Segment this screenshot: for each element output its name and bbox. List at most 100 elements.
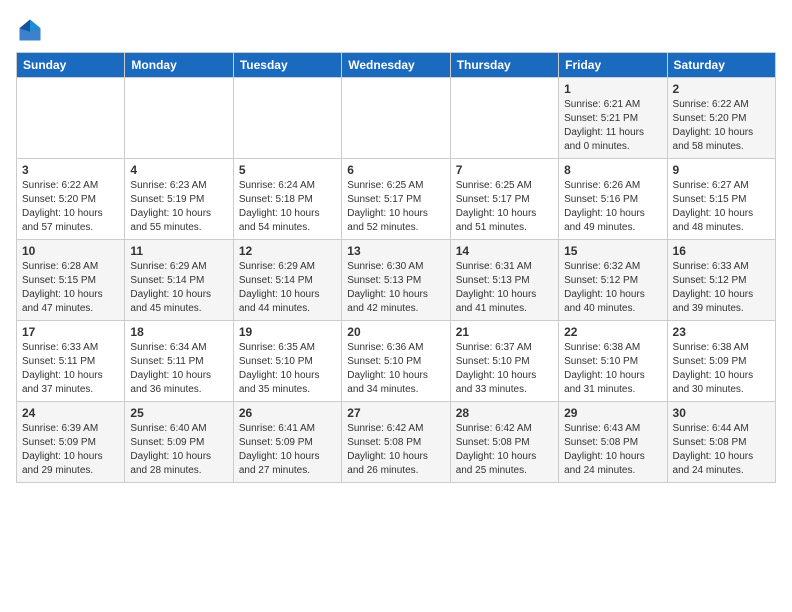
- cell-text: Sunrise: 6:38 AM: [564, 341, 661, 355]
- calendar-cell: 14Sunrise: 6:31 AMSunset: 5:13 PMDayligh…: [450, 240, 558, 321]
- weekday-header-friday: Friday: [559, 53, 667, 78]
- cell-text: Sunrise: 6:36 AM: [347, 341, 444, 355]
- day-number: 24: [22, 406, 119, 420]
- cell-text: Sunrise: 6:35 AM: [239, 341, 336, 355]
- cell-text: Daylight: 10 hours and 47 minutes.: [22, 288, 119, 316]
- weekday-header-wednesday: Wednesday: [342, 53, 450, 78]
- cell-text: Sunset: 5:18 PM: [239, 193, 336, 207]
- cell-text: Sunset: 5:21 PM: [564, 112, 661, 126]
- cell-text: Daylight: 10 hours and 57 minutes.: [22, 207, 119, 235]
- calendar-cell: 13Sunrise: 6:30 AMSunset: 5:13 PMDayligh…: [342, 240, 450, 321]
- cell-text: Sunset: 5:08 PM: [456, 436, 553, 450]
- calendar-cell: 10Sunrise: 6:28 AMSunset: 5:15 PMDayligh…: [17, 240, 125, 321]
- day-number: 20: [347, 325, 444, 339]
- cell-text: Daylight: 10 hours and 39 minutes.: [673, 288, 770, 316]
- day-number: 1: [564, 82, 661, 96]
- cell-text: Sunrise: 6:27 AM: [673, 179, 770, 193]
- cell-text: Sunrise: 6:34 AM: [130, 341, 227, 355]
- cell-text: Sunset: 5:10 PM: [564, 355, 661, 369]
- day-number: 23: [673, 325, 770, 339]
- day-number: 3: [22, 163, 119, 177]
- calendar-week-5: 24Sunrise: 6:39 AMSunset: 5:09 PMDayligh…: [17, 402, 776, 483]
- cell-text: Sunrise: 6:43 AM: [564, 422, 661, 436]
- calendar-cell: 3Sunrise: 6:22 AMSunset: 5:20 PMDaylight…: [17, 159, 125, 240]
- cell-text: Sunrise: 6:41 AM: [239, 422, 336, 436]
- logo-icon: [16, 16, 44, 44]
- cell-text: Sunrise: 6:40 AM: [130, 422, 227, 436]
- cell-text: Daylight: 11 hours and 0 minutes.: [564, 126, 661, 154]
- weekday-header-thursday: Thursday: [450, 53, 558, 78]
- cell-text: Sunrise: 6:42 AM: [456, 422, 553, 436]
- cell-text: Sunrise: 6:22 AM: [673, 98, 770, 112]
- weekday-header-saturday: Saturday: [667, 53, 775, 78]
- page-header: [16, 16, 776, 44]
- day-number: 7: [456, 163, 553, 177]
- day-number: 19: [239, 325, 336, 339]
- calendar-cell: 4Sunrise: 6:23 AMSunset: 5:19 PMDaylight…: [125, 159, 233, 240]
- cell-text: Daylight: 10 hours and 27 minutes.: [239, 450, 336, 478]
- weekday-header-row: SundayMondayTuesdayWednesdayThursdayFrid…: [17, 53, 776, 78]
- cell-text: Daylight: 10 hours and 26 minutes.: [347, 450, 444, 478]
- cell-text: Sunset: 5:17 PM: [347, 193, 444, 207]
- cell-text: Daylight: 10 hours and 49 minutes.: [564, 207, 661, 235]
- day-number: 12: [239, 244, 336, 258]
- day-number: 21: [456, 325, 553, 339]
- day-number: 14: [456, 244, 553, 258]
- cell-text: Sunset: 5:20 PM: [22, 193, 119, 207]
- calendar-cell: 24Sunrise: 6:39 AMSunset: 5:09 PMDayligh…: [17, 402, 125, 483]
- day-number: 26: [239, 406, 336, 420]
- calendar-week-2: 3Sunrise: 6:22 AMSunset: 5:20 PMDaylight…: [17, 159, 776, 240]
- day-number: 27: [347, 406, 444, 420]
- day-number: 18: [130, 325, 227, 339]
- calendar-cell: 25Sunrise: 6:40 AMSunset: 5:09 PMDayligh…: [125, 402, 233, 483]
- calendar-cell: 29Sunrise: 6:43 AMSunset: 5:08 PMDayligh…: [559, 402, 667, 483]
- cell-text: Daylight: 10 hours and 44 minutes.: [239, 288, 336, 316]
- cell-text: Sunset: 5:08 PM: [673, 436, 770, 450]
- cell-text: Daylight: 10 hours and 40 minutes.: [564, 288, 661, 316]
- cell-text: Daylight: 10 hours and 42 minutes.: [347, 288, 444, 316]
- cell-text: Sunrise: 6:39 AM: [22, 422, 119, 436]
- calendar-cell: [233, 78, 341, 159]
- cell-text: Daylight: 10 hours and 45 minutes.: [130, 288, 227, 316]
- cell-text: Sunrise: 6:29 AM: [130, 260, 227, 274]
- cell-text: Daylight: 10 hours and 31 minutes.: [564, 369, 661, 397]
- cell-text: Daylight: 10 hours and 28 minutes.: [130, 450, 227, 478]
- cell-text: Sunset: 5:09 PM: [239, 436, 336, 450]
- day-number: 8: [564, 163, 661, 177]
- cell-text: Daylight: 10 hours and 24 minutes.: [564, 450, 661, 478]
- day-number: 17: [22, 325, 119, 339]
- cell-text: Sunrise: 6:42 AM: [347, 422, 444, 436]
- calendar-cell: 5Sunrise: 6:24 AMSunset: 5:18 PMDaylight…: [233, 159, 341, 240]
- cell-text: Sunset: 5:13 PM: [347, 274, 444, 288]
- day-number: 30: [673, 406, 770, 420]
- day-number: 6: [347, 163, 444, 177]
- day-number: 16: [673, 244, 770, 258]
- cell-text: Sunrise: 6:29 AM: [239, 260, 336, 274]
- cell-text: Sunset: 5:20 PM: [673, 112, 770, 126]
- calendar-cell: 2Sunrise: 6:22 AMSunset: 5:20 PMDaylight…: [667, 78, 775, 159]
- calendar-cell: [17, 78, 125, 159]
- cell-text: Sunrise: 6:31 AM: [456, 260, 553, 274]
- cell-text: Sunset: 5:08 PM: [564, 436, 661, 450]
- cell-text: Sunrise: 6:44 AM: [673, 422, 770, 436]
- cell-text: Sunset: 5:16 PM: [564, 193, 661, 207]
- cell-text: Daylight: 10 hours and 24 minutes.: [673, 450, 770, 478]
- cell-text: Sunset: 5:10 PM: [239, 355, 336, 369]
- cell-text: Daylight: 10 hours and 52 minutes.: [347, 207, 444, 235]
- cell-text: Daylight: 10 hours and 25 minutes.: [456, 450, 553, 478]
- day-number: 2: [673, 82, 770, 96]
- cell-text: Sunrise: 6:37 AM: [456, 341, 553, 355]
- cell-text: Daylight: 10 hours and 37 minutes.: [22, 369, 119, 397]
- cell-text: Sunrise: 6:25 AM: [347, 179, 444, 193]
- calendar-cell: [342, 78, 450, 159]
- calendar: SundayMondayTuesdayWednesdayThursdayFrid…: [16, 52, 776, 483]
- day-number: 5: [239, 163, 336, 177]
- day-number: 9: [673, 163, 770, 177]
- calendar-cell: 1Sunrise: 6:21 AMSunset: 5:21 PMDaylight…: [559, 78, 667, 159]
- cell-text: Sunrise: 6:33 AM: [673, 260, 770, 274]
- calendar-cell: 27Sunrise: 6:42 AMSunset: 5:08 PMDayligh…: [342, 402, 450, 483]
- cell-text: Daylight: 10 hours and 33 minutes.: [456, 369, 553, 397]
- calendar-cell: 21Sunrise: 6:37 AMSunset: 5:10 PMDayligh…: [450, 321, 558, 402]
- cell-text: Daylight: 10 hours and 54 minutes.: [239, 207, 336, 235]
- day-number: 22: [564, 325, 661, 339]
